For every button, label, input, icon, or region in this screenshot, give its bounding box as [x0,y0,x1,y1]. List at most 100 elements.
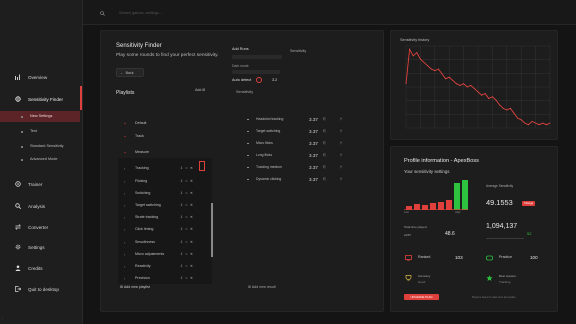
data-point [495,99,497,101]
crosshair-icon [15,96,21,102]
sidebar-item-converter[interactable]: Converter [0,221,83,233]
result-row[interactable]: Micro flicks 3.37 ⎘ † [247,138,357,150]
playtime-label: Total time played [404,225,427,229]
link-icon[interactable]: † [340,117,342,121]
chevron-right-icon[interactable]: ‣ [124,150,126,155]
playlist-actions-icons[interactable]: ⇩○✕ [180,276,195,280]
playlist-item[interactable]: › Precision ⇩○✕ [124,273,214,284]
playlist-actions-icons[interactable]: ⇩○✕ [180,227,195,231]
playlist-item[interactable]: ‣ Default [124,118,214,129]
copy-icon[interactable]: ⎘ [323,153,326,157]
data-point [517,117,518,119]
playlist-item[interactable]: › Tracking ⇩○✕ [124,163,214,174]
playlist-item[interactable]: › Target switching ⇩○✕ [124,200,214,211]
dark-mode-input[interactable] [232,70,280,74]
chevron-right-icon[interactable]: › [124,276,125,281]
data-point [459,85,461,86]
data-point [524,122,526,124]
playlist-actions-icons[interactable]: ⇩○✕ [180,215,195,219]
playlist-item[interactable]: › Flicking ⇩○✕ [124,176,214,187]
sidebar-subitem-label: Test [30,129,37,133]
result-row[interactable]: Target switching 3.37 ⎘ † [247,126,357,138]
sidebar-item-analysis[interactable]: Analysis [0,200,83,212]
copy-icon[interactable]: ⎘ [323,141,326,145]
sidebar-item-settings[interactable]: Settings [0,241,83,253]
sidebar-item-quit[interactable]: Quit to desktop [0,283,83,295]
link-icon[interactable]: † [340,141,342,145]
bar [446,200,452,210]
sidebar-item-label: Credits [28,265,43,271]
link-icon[interactable]: † [340,177,342,181]
sidebar-item-sensitivity-finder[interactable]: Sensitivity Finder [0,93,83,105]
playlist-actions-icons[interactable]: ⇩○✕ [180,264,195,268]
chevron-right-icon[interactable]: › [124,215,125,220]
playlist-actions-icons[interactable]: ⇩○✕ [180,203,195,207]
swap-icon [15,224,21,230]
data-point [430,68,432,70]
back-button[interactable]: ← Back [116,68,144,77]
chevron-right-icon[interactable]: › [124,179,125,184]
playlist-item[interactable]: ‣ Track [124,131,214,142]
copy-icon[interactable]: ⎘ [323,129,326,133]
chevron-right-icon[interactable]: › [124,203,125,208]
bar [430,203,436,210]
chevron-right-icon[interactable]: ‣ [124,121,126,126]
playlist-item[interactable]: › Micro adjustments ⇩○✕ [124,249,214,260]
chevron-right-icon[interactable]: › [124,227,125,232]
result-row[interactable]: Headshot tracking 3.37 ⎘ † [247,114,357,126]
playlist-item[interactable]: › Click timing ⇩○✕ [124,224,214,235]
playlist-item[interactable]: › Smoothness ⇩○✕ [124,237,214,248]
add-playlist-top-button[interactable]: Add ⊞ [195,88,205,92]
playlist-item[interactable]: › Strafe tracking ⇩○✕ [124,212,214,223]
link-icon[interactable]: † [340,129,342,133]
data-point [405,83,407,85]
sensitivity-select[interactable]: Sensitivity [290,49,306,53]
data-point [520,119,522,121]
playlist-actions-icons[interactable]: ⇩○✕ [180,191,195,195]
data-point [456,83,457,85]
sidebar-item-label: Analysis [28,203,46,209]
result-row[interactable]: Long flicks 3.37 ⎘ † [247,150,357,162]
sidebar-subitem-label: Standard Sensitivity [30,144,64,148]
runs-input[interactable] [232,55,282,59]
copy-icon[interactable]: ⎘ [323,165,326,169]
playlist-actions-icons[interactable]: ⇩○✕ [180,252,195,256]
chevron-right-icon[interactable]: ‣ [124,134,126,139]
chevron-right-icon[interactable]: › [124,252,125,257]
search-input[interactable]: Search games, settings... [119,11,162,15]
result-row[interactable]: Tracking medium 3.37 ⎘ † [247,162,357,174]
chevron-right-icon[interactable]: › [124,166,125,171]
change-badge[interactable]: Change [522,201,535,206]
sidebar-subitem-standard[interactable]: Standard Sensitivity [0,141,83,152]
sidebar-item-trainer[interactable]: Trainer [0,178,83,190]
chevron-right-icon[interactable]: › [124,191,125,196]
sidebar-item-overview[interactable]: Overview [0,71,83,83]
chevron-right-icon[interactable]: › [124,240,125,245]
auto-detect-toggle[interactable] [256,77,262,83]
link-icon[interactable]: † [340,153,342,157]
playlist-actions-icons[interactable]: ⇩○✕ [180,240,195,244]
avg-sens-value: 49.1553 [486,198,513,207]
copy-icon[interactable]: ⎘ [323,117,326,121]
playlist-item[interactable]: › Reactivity ⇩○✕ [124,261,214,272]
chevron-right-icon[interactable]: › [124,264,125,269]
result-row[interactable]: Dynamic clicking 3.37 ⎘ † [247,174,357,186]
result-value: 3.37 [309,140,318,146]
sidebar-subitem-new-settings[interactable]: New Settings [0,111,80,122]
add-playlist-button[interactable]: ⊞ Add new playlist [120,285,150,289]
page-subtitle: Play some rounds to find your perfect se… [116,53,219,58]
copy-icon[interactable]: ⎘ [323,177,326,181]
sidebar-subitem-advanced[interactable]: Advanced Mode [0,154,83,165]
sidebar-item-credits[interactable]: Credits [0,262,83,274]
playlist-item[interactable]: ‣ Measure [124,147,214,158]
playlist-actions-icons[interactable]: ⇩○✕ [180,166,195,170]
ranked-value: 103 [455,255,463,260]
playlist-item[interactable]: › Switching ⇩○✕ [124,188,214,199]
playlist-name: Tracking [135,166,149,170]
add-result-button[interactable]: ⊞ Add new result [248,285,276,289]
result-value: 3.37 [309,176,318,182]
playlist-actions-icons[interactable]: ⇩○✕ [180,179,195,183]
sidebar-subitem-test[interactable]: Test [0,126,83,137]
upgrade-button[interactable]: UPGRADE PLAN [404,294,439,300]
link-icon[interactable]: † [340,165,342,169]
